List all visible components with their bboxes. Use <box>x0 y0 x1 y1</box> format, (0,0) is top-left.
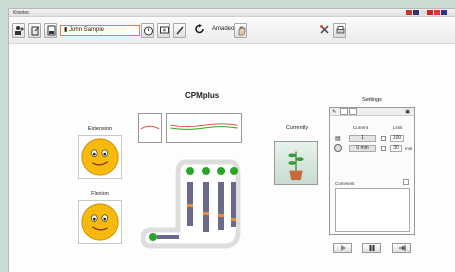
user-icon: ▮ <box>64 27 68 33</box>
hand-icon <box>238 26 246 36</box>
refresh-button[interactable] <box>193 23 206 38</box>
time-value: 0 min <box>349 145 376 152</box>
repetitions-checkbox[interactable] <box>381 136 386 141</box>
monitor-button[interactable] <box>157 23 170 38</box>
print-button[interactable] <box>333 23 346 38</box>
clock-icon <box>334 144 342 152</box>
angle-graph-small <box>138 113 162 143</box>
edit-button[interactable] <box>173 23 186 38</box>
currently-image <box>274 141 318 185</box>
time-limit[interactable]: 30 <box>390 145 402 152</box>
finger-dot[interactable] <box>217 167 225 175</box>
toolbar: ▮ John Sample Amadeo <box>9 18 455 44</box>
smiley-icon <box>81 138 119 176</box>
plant-icon <box>288 151 304 181</box>
current-header: Current <box>353 125 369 130</box>
settings-box: ✎ ▣ Current Limit ▤ 1 100 0 min 30 min C… <box>329 107 415 235</box>
flag-icon[interactable] <box>441 10 447 15</box>
patients-button[interactable] <box>12 23 25 38</box>
finger-dot[interactable] <box>230 167 238 175</box>
pause-icon <box>369 245 375 251</box>
flexion-label: Flexion <box>91 191 109 197</box>
refresh-icon <box>195 24 204 34</box>
export-button[interactable] <box>28 23 41 38</box>
time-checkbox[interactable] <box>381 146 386 151</box>
hand-button[interactable] <box>234 23 247 38</box>
monitor-icon <box>160 26 169 34</box>
exit-icon <box>399 245 406 251</box>
repetitions-limit[interactable]: 100 <box>390 135 404 142</box>
pause-button[interactable] <box>362 243 381 253</box>
play-icon <box>341 245 346 251</box>
finger-dot[interactable] <box>186 167 194 175</box>
flexion-face[interactable] <box>78 200 122 244</box>
window-title: Kinetec <box>13 10 30 16</box>
extension-face[interactable] <box>78 135 122 179</box>
hand-diagram <box>141 159 241 249</box>
page-title: CPMplus <box>185 91 220 100</box>
tools-button[interactable] <box>318 23 331 38</box>
title-bar: Kinetec <box>9 9 455 17</box>
app-window: Kinetec ▮ John Sample Amadeo CPMplus Ext… <box>8 8 455 272</box>
settings-tabs: ✎ ▣ <box>330 108 414 116</box>
document-button[interactable] <box>44 23 57 38</box>
extension-label: Extension <box>87 126 113 132</box>
repetitions-icon: ▤ <box>335 136 341 142</box>
save-icon[interactable]: ▣ <box>405 109 410 115</box>
users-icon <box>15 26 24 35</box>
flag-icon[interactable] <box>427 10 433 15</box>
repetitions-value: 1 <box>349 135 376 142</box>
user-field[interactable]: ▮ John Sample <box>60 25 140 36</box>
print-icon <box>336 26 345 34</box>
settings-panel: Settings ✎ ▣ Current Limit ▤ 1 100 0 min… <box>329 97 415 257</box>
thumb-dot[interactable] <box>149 233 157 241</box>
limit-header: Limit <box>393 125 403 130</box>
flag-icon[interactable] <box>413 10 419 15</box>
export-icon <box>31 26 40 36</box>
smiley-icon <box>81 203 119 241</box>
angle-curve <box>170 123 238 130</box>
pencil-icon <box>176 26 184 35</box>
currently-label: Currently <box>285 125 309 131</box>
angle-curve <box>140 125 160 130</box>
play-button[interactable] <box>333 243 352 253</box>
flag-icon[interactable] <box>434 10 440 15</box>
stopwatch-icon <box>144 26 153 36</box>
tools-icon <box>320 25 329 34</box>
flag-icon[interactable] <box>420 10 426 15</box>
finger-bar <box>218 182 224 230</box>
user-name: John Sample <box>68 27 105 33</box>
flag-icon[interactable] <box>406 10 412 15</box>
comment-field[interactable] <box>335 188 410 232</box>
settings-title: Settings <box>362 97 382 103</box>
finger-dot[interactable] <box>202 167 210 175</box>
finger-bar <box>203 182 209 232</box>
document-icon <box>47 25 56 36</box>
mode-label: Amadeo <box>212 26 235 32</box>
tab-2[interactable] <box>349 108 357 115</box>
thumb-bar <box>157 235 179 239</box>
stopwatch-button[interactable] <box>141 23 154 38</box>
tab-1[interactable] <box>340 108 348 115</box>
tab-edit[interactable]: ✎ <box>332 109 336 115</box>
comment-edit-icon[interactable] <box>403 179 409 185</box>
exit-button[interactable] <box>392 243 411 253</box>
comment-label: Comment <box>335 181 355 186</box>
language-flags[interactable] <box>406 10 447 15</box>
angle-graph-large <box>166 113 242 143</box>
time-unit: min <box>405 146 413 151</box>
